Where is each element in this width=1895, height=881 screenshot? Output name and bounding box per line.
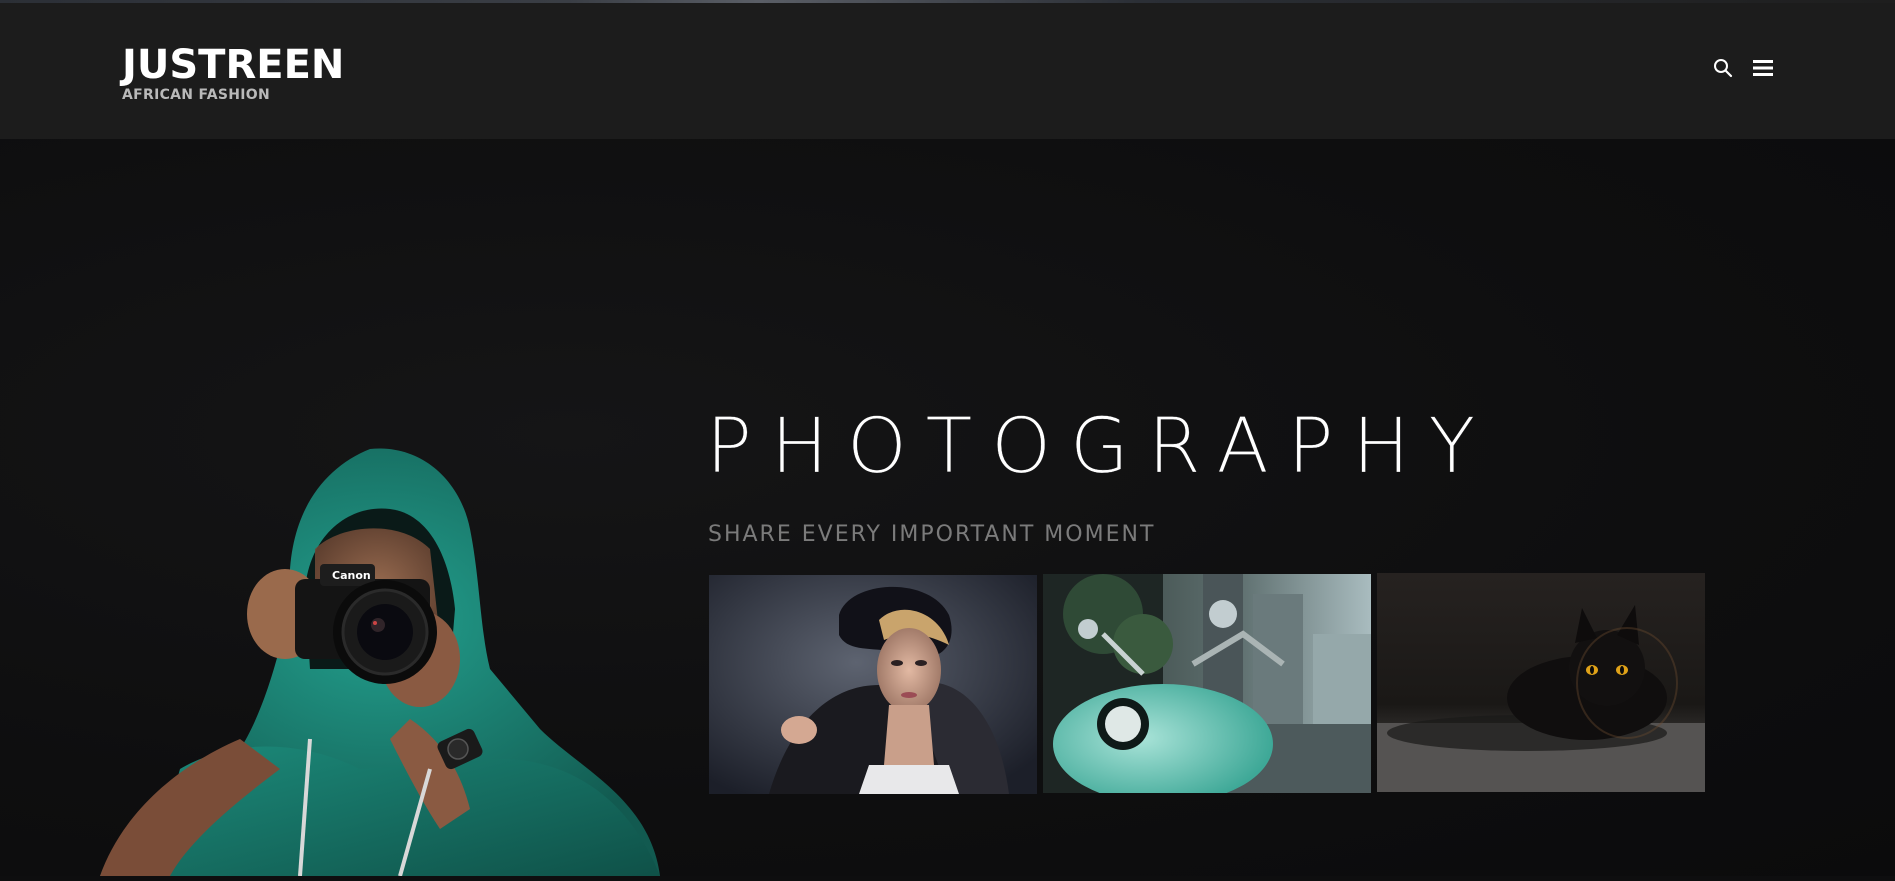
menu-button[interactable] — [1751, 56, 1775, 80]
gallery-item-fashion-model[interactable] — [709, 575, 1037, 794]
site-header: JUSTREEN AFRICAN FASHION — [0, 3, 1895, 139]
search-icon — [1714, 59, 1733, 78]
black-cat-photo — [1377, 573, 1705, 792]
photographer-illustration: Canon — [100, 448, 660, 877]
photographer-image: Canon — [60, 439, 700, 877]
gallery-item-scooter[interactable] — [1043, 574, 1371, 793]
brand-tagline: AFRICAN FASHION — [122, 87, 271, 103]
fashion-model-photo — [709, 575, 1037, 794]
brand-title: JUSTREEN — [122, 42, 345, 88]
hero-section: Canon PHOTOGRAPHY SHARE EVERY IMPORTANT … — [0, 139, 1895, 877]
hero-title: PHOTOGRAPHY — [706, 401, 1495, 490]
hamburger-menu-icon — [1753, 60, 1773, 76]
search-button[interactable] — [1711, 56, 1735, 80]
hero-subtitle: SHARE EVERY IMPORTANT MOMENT — [708, 522, 1156, 547]
gallery-item-black-cat[interactable] — [1377, 573, 1705, 792]
brand-logo[interactable]: JUSTREEN AFRICAN FASHION — [122, 43, 344, 103]
mint-scooter-photo — [1043, 574, 1371, 793]
photo-gallery — [708, 573, 1708, 796]
svg-text:Canon: Canon — [332, 569, 371, 582]
